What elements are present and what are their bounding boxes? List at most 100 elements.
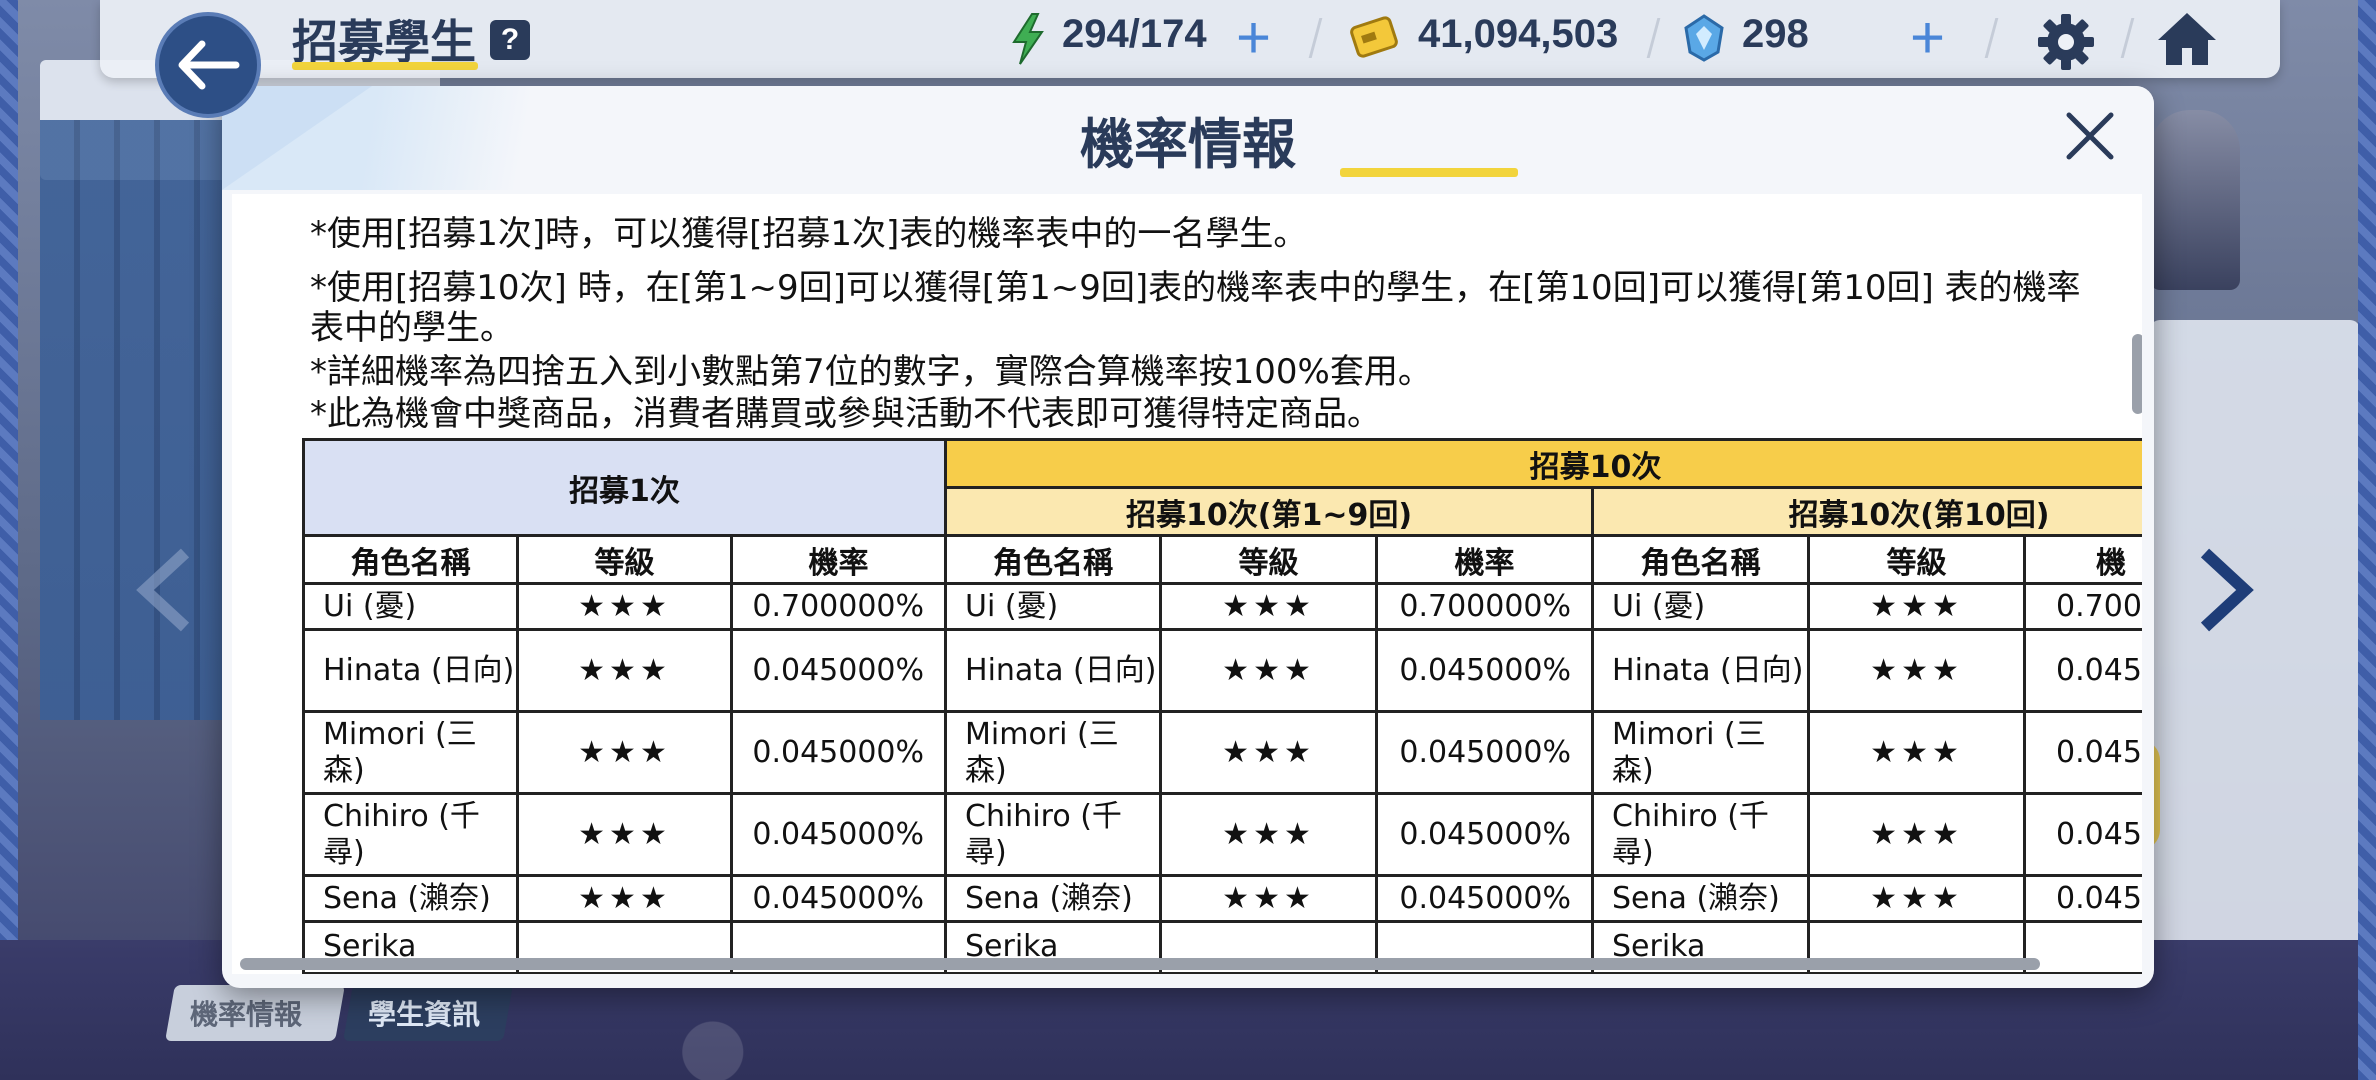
table-row: Hinata (日向) ★★★ 0.045000% Hinata (日向) ★★… bbox=[302, 628, 2142, 713]
column-header-grade: 等級 bbox=[1159, 534, 1379, 585]
cell-rate: 0.045 bbox=[2023, 710, 2142, 795]
cell-rate: 0.045000% bbox=[729, 874, 948, 923]
table-row: Mimori (三森) ★★★ 0.045000% Mimori (三森) ★★… bbox=[302, 710, 2142, 795]
add-ap-button[interactable]: + bbox=[1236, 8, 1271, 68]
table-row: Ui (憂) ★★★ 0.700000% Ui (憂) ★★★ 0.700000… bbox=[302, 582, 2142, 631]
cell-grade: ★★★ bbox=[1159, 710, 1379, 795]
gems-counter: 298 bbox=[1742, 12, 1809, 56]
cell-grade: ★★★ bbox=[1159, 874, 1379, 923]
cell-grade: ★★★ bbox=[1159, 582, 1379, 631]
cell-name: Ui (憂) bbox=[944, 582, 1163, 631]
cell-grade: ★★★ bbox=[516, 874, 733, 923]
horizontal-scrollbar[interactable] bbox=[240, 958, 2040, 970]
cell-rate: 0.045000% bbox=[1375, 874, 1595, 923]
cell-grade: ★★★ bbox=[516, 792, 733, 877]
column-header-name: 角色名稱 bbox=[944, 534, 1163, 585]
cell-name: Mimori (三森) bbox=[302, 710, 519, 795]
cell-rate: 0.045000% bbox=[1375, 710, 1595, 795]
back-button[interactable] bbox=[155, 12, 261, 118]
modal-content-scroll-area[interactable]: *使用[招募1次]時，可以獲得[招募1次]表的機率表中的一名學生。 *使用[招募… bbox=[232, 194, 2142, 974]
cell-grade: ★★★ bbox=[1159, 628, 1379, 713]
ap-counter: 294/174 bbox=[1062, 12, 1207, 56]
background-character bbox=[2150, 110, 2240, 290]
rate-info-modal: 機率情報 *使用[招募1次]時，可以獲得[招募1次]表的機率表中的一名學生。 *… bbox=[222, 86, 2154, 988]
left-edge-stripe bbox=[0, 0, 18, 1080]
column-header-rate: 機率 bbox=[1375, 534, 1595, 585]
home-icon[interactable] bbox=[2156, 10, 2218, 68]
cell-grade: ★★★ bbox=[516, 710, 733, 795]
cell-name: Mimori (三森) bbox=[944, 710, 1163, 795]
prev-arrow-icon[interactable] bbox=[130, 545, 200, 635]
background-side-panel bbox=[2150, 320, 2360, 1020]
cell-grade: ★★★ bbox=[1159, 792, 1379, 877]
add-gems-button[interactable]: + bbox=[1910, 8, 1945, 68]
cell-rate: 0.045000% bbox=[729, 792, 948, 877]
cell-rate: 0.045000% bbox=[1375, 628, 1595, 713]
tab-rate-info[interactable]: 機率情報 bbox=[165, 985, 345, 1041]
pyroxene-gem-icon bbox=[1684, 14, 1724, 62]
credits-counter: 41,094,503 bbox=[1418, 12, 1619, 56]
cell-name: Chihiro (千尋) bbox=[944, 792, 1163, 877]
cell-rate: 0.045000% bbox=[1375, 792, 1595, 877]
table-row: Sena (瀨奈) ★★★ 0.045000% Sena (瀨奈) ★★★ 0.… bbox=[302, 874, 2142, 923]
cell-name: Sena (瀨奈) bbox=[944, 874, 1163, 923]
modal-title: 機率情報 bbox=[1080, 115, 1296, 175]
header-recruit-1x: 招募1次 bbox=[301, 438, 948, 537]
header-recruit-10x-1-9: 招募10次(第1~9回) bbox=[944, 486, 1595, 537]
cell-rate: 0.045 bbox=[2023, 874, 2142, 923]
column-header-rate: 機 bbox=[2023, 534, 2142, 585]
vertical-scrollbar[interactable] bbox=[2132, 334, 2142, 414]
cell-name: Chihiro (千尋) bbox=[302, 792, 519, 877]
cell-name: Sena (瀨奈) bbox=[302, 874, 519, 923]
cell-name: Ui (憂) bbox=[1591, 582, 1811, 631]
tab-rate-info-label: 機率情報 bbox=[190, 999, 303, 1030]
cell-rate bbox=[2023, 920, 2142, 974]
credit-card-icon bbox=[1350, 16, 1398, 58]
cell-grade: ★★★ bbox=[1807, 628, 2027, 713]
modal-title-underline bbox=[1340, 168, 1518, 177]
help-icon[interactable]: ? bbox=[490, 20, 530, 60]
cell-rate: 0.700000% bbox=[729, 582, 948, 631]
cell-name: Sena (瀨奈) bbox=[1591, 874, 1811, 923]
cell-name: Mimori (三森) bbox=[1591, 710, 1811, 795]
column-header-grade: 等級 bbox=[1807, 534, 2027, 585]
note-line: *詳細機率為四捨五入到小數點第7位的數字，實際合算機率按100%套用。 bbox=[310, 352, 1432, 392]
column-header-name: 角色名稱 bbox=[302, 534, 519, 585]
note-line: *使用[招募1次]時，可以獲得[招募1次]表的機率表中的一名學生。 bbox=[310, 214, 1308, 254]
cell-name: Ui (憂) bbox=[302, 582, 519, 631]
page-title-underline bbox=[292, 62, 478, 70]
table-row: Chihiro (千尋) ★★★ 0.045000% Chihiro (千尋) … bbox=[302, 792, 2142, 877]
cell-rate: 0.045 bbox=[2023, 628, 2142, 713]
cell-grade: ★★★ bbox=[1807, 582, 2027, 631]
ap-bolt-icon bbox=[1012, 13, 1044, 65]
cell-rate: 0.700000% bbox=[1375, 582, 1595, 631]
note-line: *此為機會中獎商品，消費者購買或參與活動不代表即可獲得特定商品。 bbox=[310, 394, 1381, 434]
next-arrow-icon[interactable] bbox=[2190, 545, 2260, 635]
header-recruit-10x-10th: 招募10次(第10回) bbox=[1591, 486, 2142, 537]
tab-student-info[interactable]: 學生資訊 bbox=[343, 985, 513, 1041]
column-header-grade: 等級 bbox=[516, 534, 733, 585]
cell-grade: ★★★ bbox=[1807, 874, 2027, 923]
cell-name: Hinata (日向) bbox=[1591, 628, 1811, 713]
close-icon bbox=[2066, 112, 2114, 160]
tab-student-info-label: 學生資訊 bbox=[368, 999, 481, 1030]
cell-rate: 0.045000% bbox=[729, 710, 948, 795]
cell-grade: ★★★ bbox=[516, 628, 733, 713]
column-header-rate: 機率 bbox=[729, 534, 948, 585]
cell-rate: 0.700 bbox=[2023, 582, 2142, 631]
cell-rate: 0.045000% bbox=[729, 628, 948, 713]
header-recruit-10x: 招募10次 bbox=[944, 438, 2142, 489]
note-line: 表中的學生。 bbox=[310, 308, 514, 348]
settings-gear-icon[interactable] bbox=[2036, 12, 2096, 72]
column-header-name: 角色名稱 bbox=[1591, 534, 1811, 585]
rate-table: 招募1次 招募10次 招募10次(第1~9回) 招募10次(第10回) 角色名稱… bbox=[301, 438, 2142, 974]
cell-grade: ★★★ bbox=[516, 582, 733, 631]
right-edge-stripe bbox=[2358, 0, 2376, 1080]
note-line: *使用[招募10次] 時，在[第1~9回]可以獲得[第1~9回]表的機率表中的學… bbox=[310, 268, 2081, 308]
cell-grade: ★★★ bbox=[1807, 710, 2027, 795]
back-arrow-icon bbox=[178, 40, 240, 90]
cell-grade: ★★★ bbox=[1807, 792, 2027, 877]
cell-rate: 0.045 bbox=[2023, 792, 2142, 877]
cell-name: Hinata (日向) bbox=[944, 628, 1163, 713]
close-button[interactable] bbox=[2058, 104, 2122, 168]
